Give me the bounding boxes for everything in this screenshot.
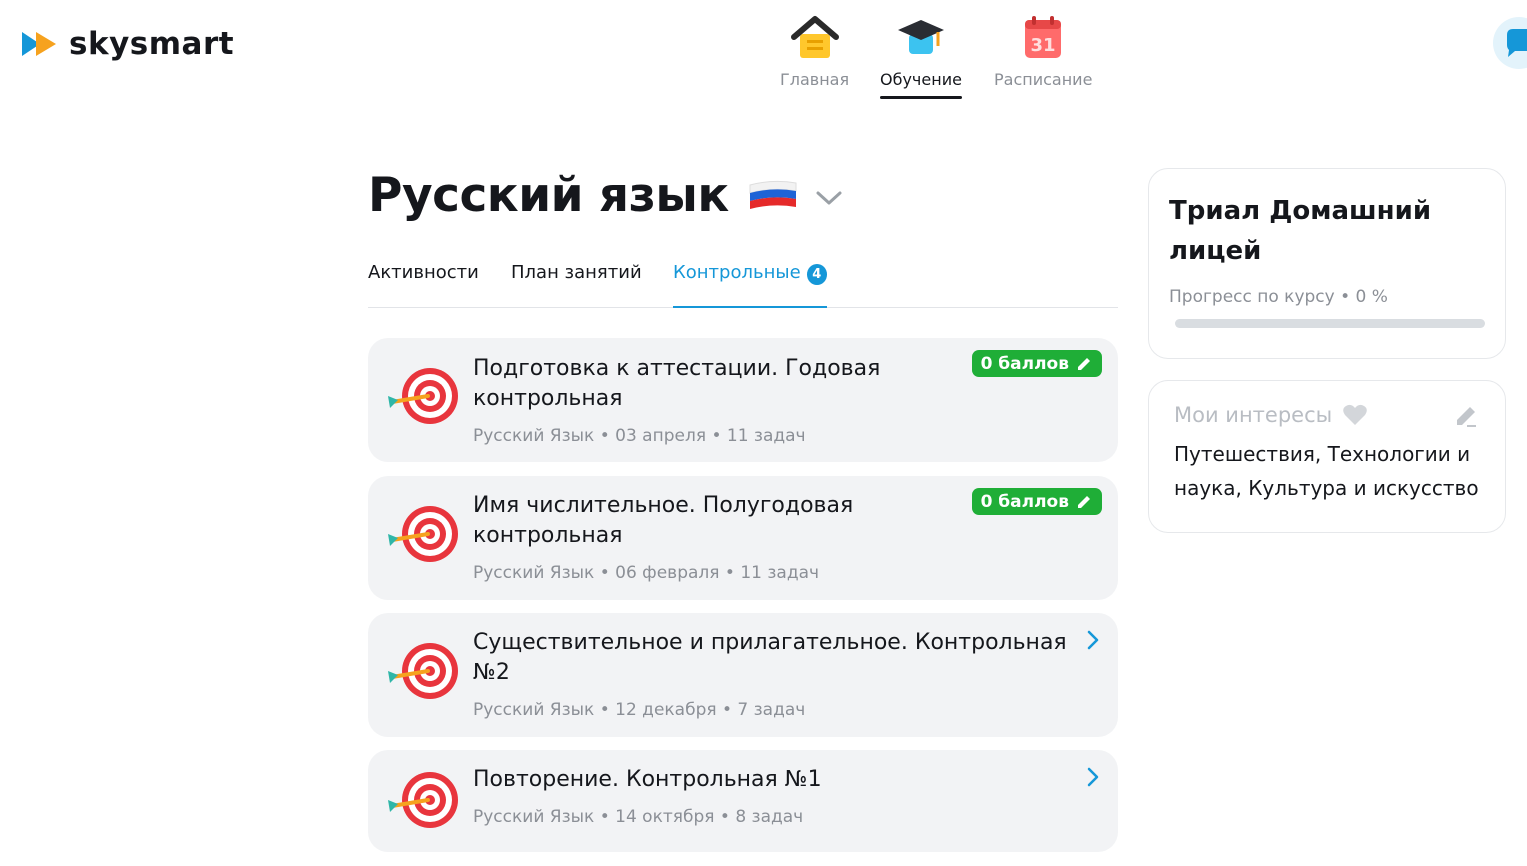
tab-tests[interactable]: Контрольные 4 xyxy=(673,262,827,308)
chevron-right-icon xyxy=(1087,767,1099,787)
tab-label: Активности xyxy=(368,262,479,283)
test-meta: Русский Язык • 12 декабря • 7 задач xyxy=(473,700,806,720)
nav-label-learning: Обучение xyxy=(880,70,962,89)
edit-pencil-icon[interactable] xyxy=(1453,403,1479,429)
calendar-icon: 31 xyxy=(1025,16,1062,58)
tab-bar: Активности План занятий Контрольные 4 xyxy=(368,262,1118,308)
nav-item-schedule[interactable]: 31 Расписание xyxy=(994,14,1092,89)
calendar-day: 31 xyxy=(1031,35,1056,56)
trial-course-card[interactable]: Триал Домашний лицей Прогресс по курсу •… xyxy=(1148,168,1506,359)
heart-icon xyxy=(1343,404,1367,425)
target-icon xyxy=(388,772,458,828)
target-icon xyxy=(388,506,458,562)
test-card[interactable]: Имя числительное. Полугодовая контрольна… xyxy=(368,476,1118,600)
pencil-icon xyxy=(1078,357,1090,370)
interests-header: Мои интересы xyxy=(1174,403,1368,427)
progress-label: Прогресс по курсу • 0 % xyxy=(1169,287,1388,307)
house-icon xyxy=(790,16,839,58)
tab-lesson-plan[interactable]: План занятий xyxy=(511,262,642,308)
test-card[interactable]: Подготовка к аттестации. Годовая контрол… xyxy=(368,338,1118,462)
brand-name: skysmart xyxy=(69,26,235,62)
tests-count-badge: 4 xyxy=(806,264,827,285)
test-meta: Русский Язык • 14 октября • 8 задач xyxy=(473,807,804,827)
score-badge: 0 баллов xyxy=(971,350,1102,377)
graduation-cap-icon xyxy=(897,20,944,54)
test-title: Подготовка к аттестации. Годовая контрол… xyxy=(473,356,881,411)
skysmart-logo[interactable]: skysmart xyxy=(20,26,234,62)
interests-card: Мои интересы Путешествия, Технологии и н… xyxy=(1148,380,1506,533)
page-header: Русский язык xyxy=(368,168,843,223)
chat-bubble-icon xyxy=(1507,29,1527,57)
test-title: Повторение. Контрольная №1 xyxy=(473,767,822,792)
target-icon xyxy=(388,643,458,699)
score-label: 0 баллов xyxy=(980,491,1069,512)
nav-item-main[interactable]: Главная xyxy=(780,14,849,89)
score-label: 0 баллов xyxy=(980,353,1069,374)
score-badge: 0 баллов xyxy=(971,488,1102,515)
russia-flag-icon xyxy=(749,180,797,209)
test-meta: Русский Язык • 06 февраля • 11 задач xyxy=(473,563,820,583)
chat-button[interactable] xyxy=(1493,17,1527,69)
tab-activities[interactable]: Активности xyxy=(368,262,479,308)
pencil-icon xyxy=(1078,495,1090,508)
progress-bar xyxy=(1175,319,1485,328)
test-title: Существительное и прилагательное. Контро… xyxy=(473,630,1067,685)
nav-label-main: Главная xyxy=(780,70,850,89)
page-title: Русский язык xyxy=(368,168,729,223)
nav-label-schedule: Расписание xyxy=(994,70,1093,89)
trial-title: Триал Домашний лицей xyxy=(1169,196,1432,266)
tab-label: Контрольные xyxy=(673,262,801,283)
test-card[interactable]: Повторение. Контрольная №1 Русский Язык … xyxy=(368,750,1118,852)
test-card[interactable]: Существительное и прилагательное. Контро… xyxy=(368,613,1118,737)
interests-title: Мои интересы xyxy=(1174,403,1333,427)
nav-active-underline xyxy=(880,96,962,99)
tab-label: План занятий xyxy=(511,262,642,283)
test-meta: Русский Язык • 03 апреля • 11 задач xyxy=(473,426,806,446)
chevron-right-icon xyxy=(1087,630,1099,650)
target-icon xyxy=(388,368,458,424)
test-title: Имя числительное. Полугодовая контрольна… xyxy=(473,493,854,548)
chevron-down-icon[interactable] xyxy=(815,189,843,207)
play-arrows-icon xyxy=(22,32,56,56)
interests-text: Путешествия, Технологии и наука, Культур… xyxy=(1174,442,1479,500)
nav-item-learning[interactable]: Обучение xyxy=(880,14,962,99)
